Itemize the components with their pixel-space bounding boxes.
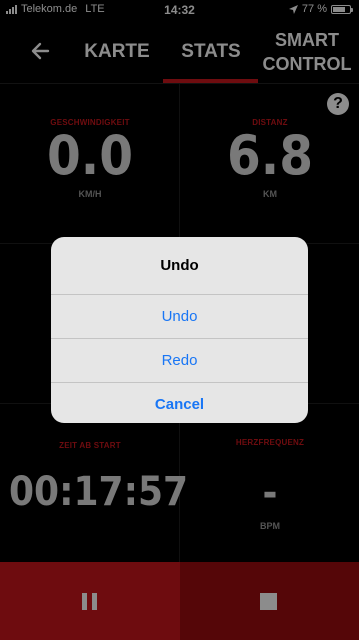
redo-button[interactable]: Redo [51, 338, 308, 382]
dialog-title: Undo [160, 257, 199, 274]
cancel-button[interactable]: Cancel [51, 382, 308, 423]
undo-dialog: Undo Undo Redo Cancel [51, 237, 308, 423]
undo-button[interactable]: Undo [51, 294, 308, 338]
